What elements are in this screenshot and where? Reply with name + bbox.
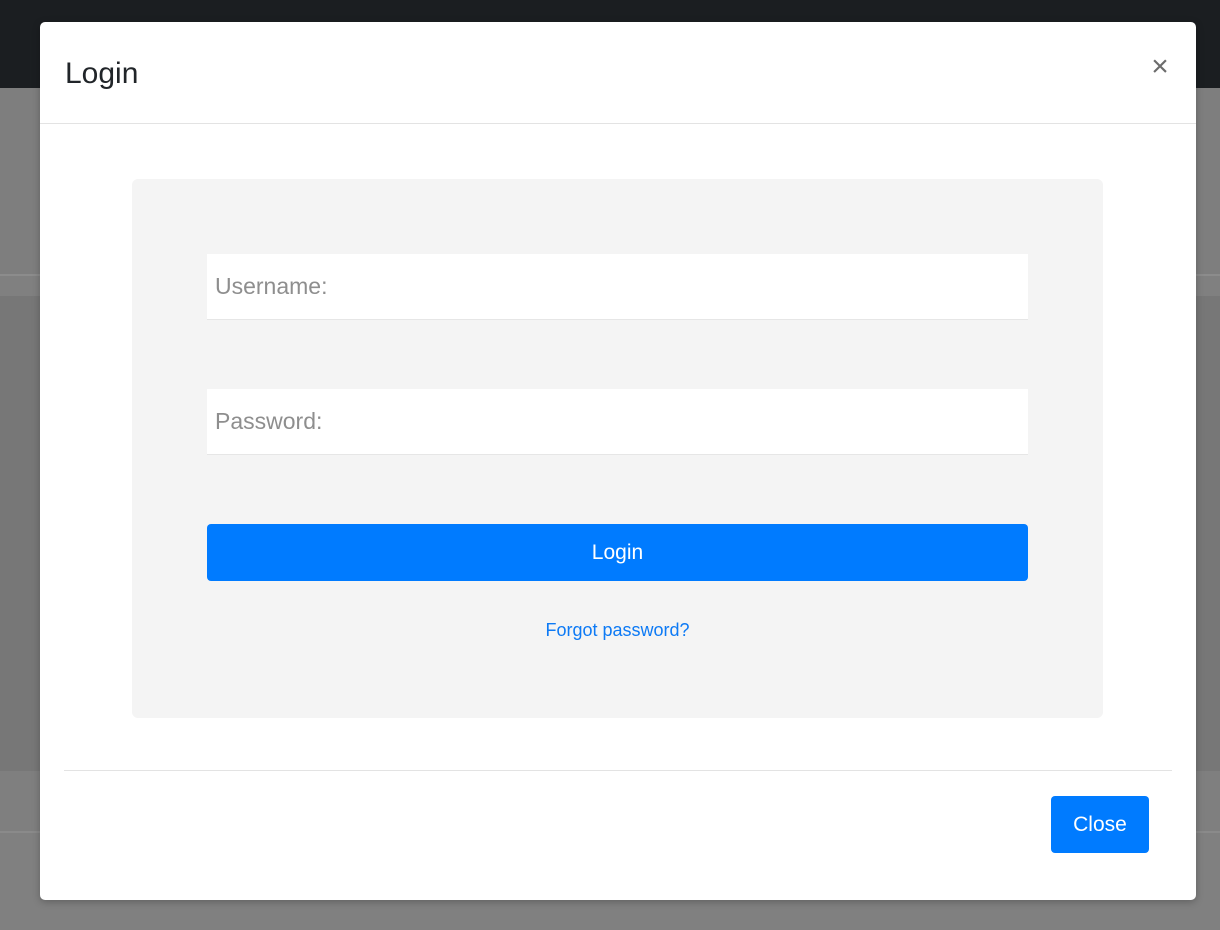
username-input[interactable] [207,254,1028,320]
close-icon[interactable]: × [1145,52,1175,82]
modal-title: Login [65,57,139,90]
modal-header: Login × [40,22,1196,124]
forgot-password-link[interactable]: Forgot password? [207,620,1028,641]
footer-divider [64,770,1172,771]
close-button[interactable]: Close [1051,796,1149,853]
login-form: Login Forgot password? [132,179,1103,718]
password-input[interactable] [207,389,1028,455]
login-modal: Login × Login Forgot password? Close [40,22,1196,900]
login-button[interactable]: Login [207,524,1028,581]
